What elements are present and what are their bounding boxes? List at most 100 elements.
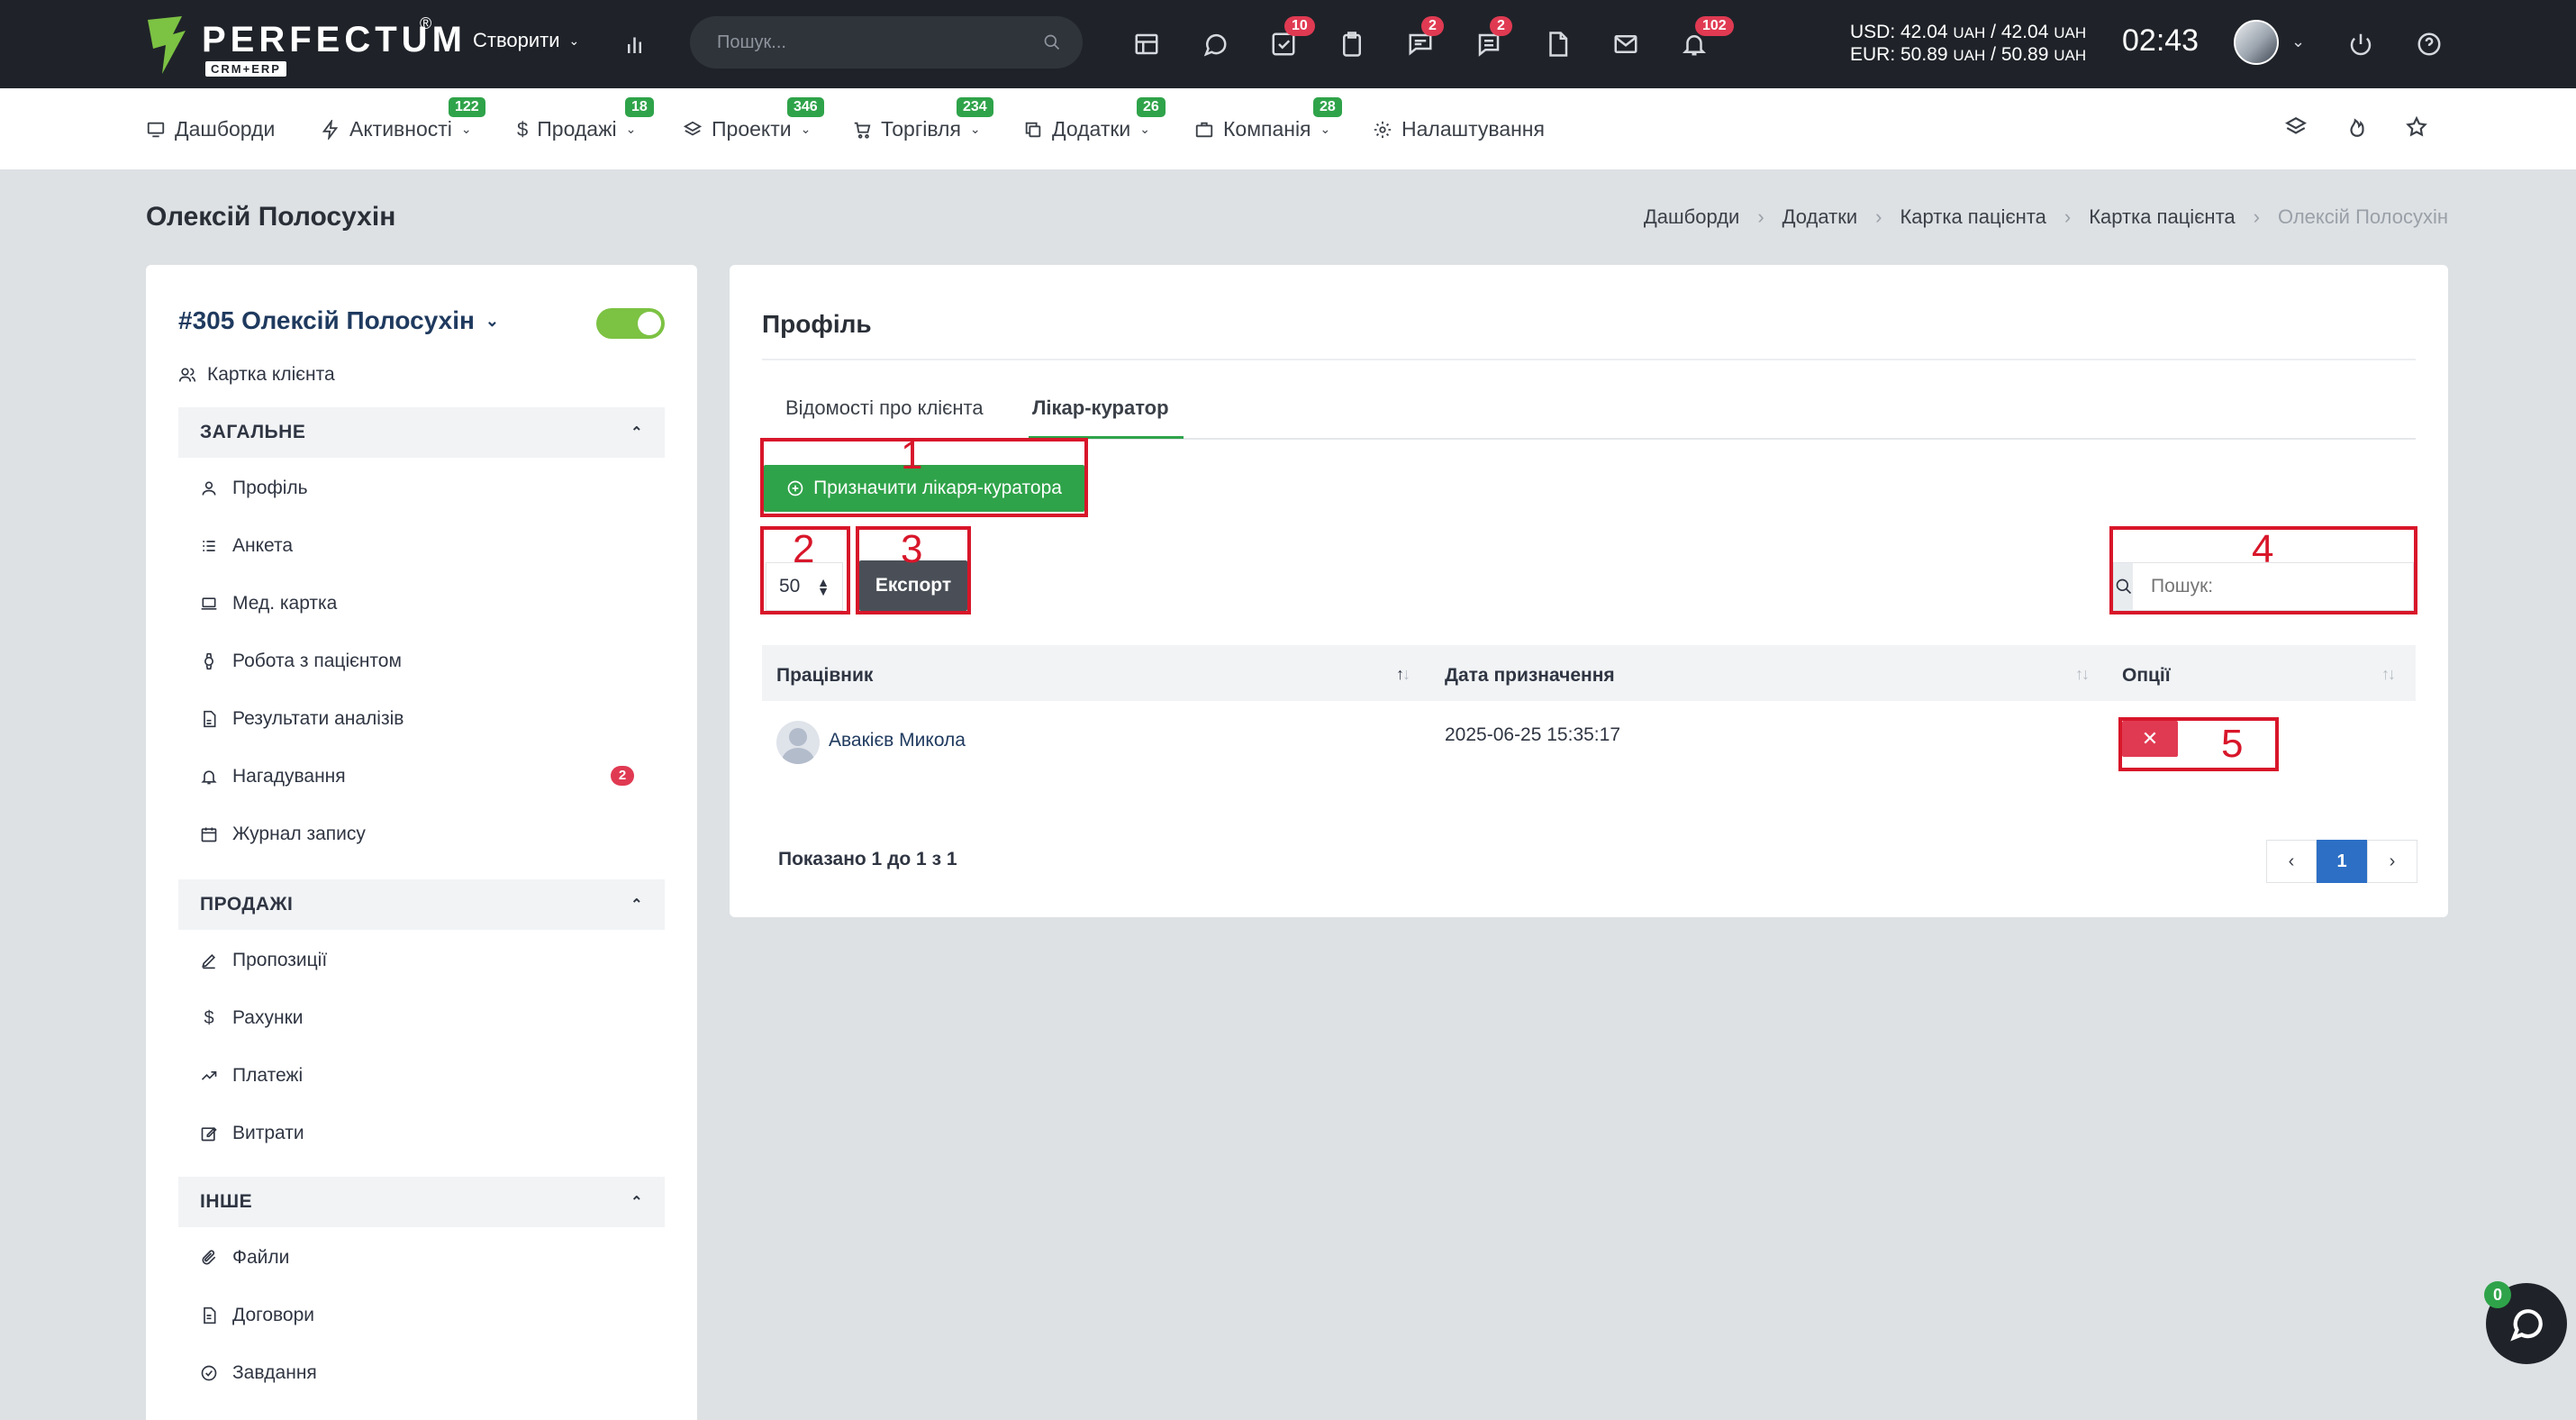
documents-button[interactable] <box>1538 25 1576 63</box>
create-menu[interactable]: Створити ⌄ <box>473 29 579 52</box>
sidebar-item-proposals[interactable]: Пропозиції <box>200 950 327 971</box>
sidebar-item-label: Файли <box>232 1247 290 1268</box>
client-card-link[interactable]: Картка клієнта <box>178 364 335 386</box>
nav-projects[interactable]: Проекти ⌄ 346 <box>683 97 824 141</box>
sidebar-item-invoices[interactable]: $ Рахунки <box>200 1007 303 1029</box>
breadcrumb-item[interactable]: Картка пацієнта <box>2089 205 2235 229</box>
sidebar-item-appointment-log[interactable]: Журнал запису <box>200 824 366 845</box>
sidebar-item-label: Витрати <box>232 1123 304 1143</box>
chevron-right-icon: › <box>2253 205 2260 228</box>
cart-icon <box>854 122 871 139</box>
nav-settings[interactable]: Налаштування <box>1373 117 1545 141</box>
nav-sales[interactable]: $ Продажі ⌄ 18 <box>517 97 654 141</box>
logout-button[interactable] <box>2342 25 2380 63</box>
nav-company[interactable]: Компанія ⌄ 28 <box>1194 97 1342 141</box>
edit-icon <box>201 1126 217 1142</box>
nav-addons[interactable]: Додатки ⌄ 26 <box>1023 97 1166 141</box>
mail-icon <box>1614 35 1637 53</box>
monitor-icon <box>147 122 165 137</box>
calendar-icon <box>201 827 217 842</box>
sidebar-item-expenses[interactable]: Витрати <box>200 1123 304 1144</box>
tab-curator-doctor[interactable]: Лікар-куратор <box>1032 396 1169 420</box>
currency-rates: USD: 42.04 UAH / 42.04 UAH EUR: 50.89 UA… <box>1850 22 2086 67</box>
flame-button[interactable] <box>2345 115 2372 142</box>
column-date[interactable]: Дата призначення <box>1445 665 1615 687</box>
favorites-button[interactable] <box>2405 115 2432 142</box>
chevron-right-icon: › <box>1757 205 1764 228</box>
chevron-down-icon: ⌄ <box>460 122 472 136</box>
sidebar-item-label: Пропозиції <box>232 950 328 970</box>
logo[interactable]: PERFECTUM ® CRM+ERP <box>146 14 462 77</box>
chevron-down-icon: ⌄ <box>485 311 499 330</box>
table-info: Показано 1 до 1 з 1 <box>778 849 957 869</box>
dollar-icon: $ <box>517 117 529 141</box>
breadcrumb-item[interactable]: Додатки <box>1782 205 1857 229</box>
client-active-toggle[interactable] <box>596 308 665 339</box>
pagination-page[interactable]: 1 <box>2317 840 2367 883</box>
sidebar-item-lab-results[interactable]: Результати аналізів <box>200 708 404 730</box>
sidebar-item-profile[interactable]: Профіль <box>200 478 308 499</box>
watch-icon <box>204 652 213 670</box>
notifications-button[interactable]: 102 <box>1675 16 1734 63</box>
chat-bubble-icon <box>2510 1309 2543 1342</box>
clock: 02:43 <box>2122 23 2200 58</box>
client-name-dropdown[interactable]: #305 Олексій Полосухін ⌄ <box>178 306 499 335</box>
sidebar-item-patient-work[interactable]: Робота з пацієнтом <box>200 651 402 672</box>
global-search[interactable]: Пошук... <box>690 16 1083 68</box>
user-avatar[interactable] <box>2234 20 2279 65</box>
star-icon <box>2406 115 2427 137</box>
nav-label: Компанія <box>1223 117 1311 141</box>
sidebar-item-medical-card[interactable]: Мед. картка <box>200 593 337 614</box>
clipboard-button[interactable] <box>1333 25 1371 63</box>
section-sales[interactable]: ПРОДАЖІ ⌃ <box>178 879 665 930</box>
chevron-down-icon: ⌄ <box>969 122 981 136</box>
copy-icon <box>1025 122 1041 137</box>
sidebar-item-contracts[interactable]: Договори <box>200 1305 314 1326</box>
chevron-down-icon[interactable]: ⌄ <box>2291 32 2305 51</box>
column-options[interactable]: Опції <box>2122 665 2171 687</box>
sidebar-item-label: Анкета <box>232 535 294 556</box>
annotation-box <box>760 438 1088 517</box>
messages-button[interactable]: 2 <box>1470 16 1512 63</box>
section-title: ІНШЕ <box>200 1191 253 1212</box>
sidebar-item-tasks[interactable]: Завдання <box>200 1362 317 1384</box>
breadcrumb-current: Олексій Полосухін <box>2277 205 2448 228</box>
tasks-button[interactable]: 10 <box>1265 16 1315 63</box>
nav-badge: 234 <box>957 97 993 117</box>
notifications-badge: 102 <box>1695 16 1734 36</box>
breadcrumb-item[interactable]: Дашборди <box>1644 205 1739 229</box>
sidebar-item-questionnaire[interactable]: Анкета <box>200 535 293 557</box>
sidebar-item-payments[interactable]: Платежі <box>200 1065 303 1087</box>
sort-icon[interactable]: ↑↓ <box>1396 665 1410 684</box>
employee-name[interactable]: Авакієв Микола <box>829 730 966 751</box>
section-other[interactable]: ІНШЕ ⌃ <box>178 1177 665 1227</box>
table-button[interactable] <box>1128 25 1166 63</box>
sidebar-item-label: Платежі <box>232 1065 304 1086</box>
pen-icon <box>202 953 216 969</box>
stats-button[interactable] <box>618 25 656 63</box>
chats-button[interactable]: 2 <box>1401 16 1444 63</box>
layers-button[interactable] <box>2284 115 2311 142</box>
nav-badge: 26 <box>1137 97 1166 117</box>
layers-icon <box>2285 117 2307 134</box>
users-icon <box>178 368 196 382</box>
section-general[interactable]: ЗАГАЛЬНЕ ⌃ <box>178 407 665 458</box>
nav-activities[interactable]: Активності ⌄ 122 <box>321 97 485 141</box>
assignment-date: 2025-06-25 15:35:17 <box>1445 724 1620 745</box>
nav-trade[interactable]: Торгівля ⌄ 234 <box>852 97 993 141</box>
sort-icon[interactable]: ↑↓ <box>2381 665 2396 684</box>
annotation-number: 4 <box>2252 527 2274 571</box>
pagination-next[interactable]: › <box>2367 840 2417 883</box>
tab-client-info[interactable]: Відомості про клієнта <box>785 396 984 420</box>
pagination-prev[interactable]: ‹ <box>2266 840 2317 883</box>
breadcrumb-item[interactable]: Картка пацієнта <box>1900 205 2045 229</box>
sidebar-item-reminders[interactable]: Нагадування <box>200 766 346 787</box>
help-button[interactable] <box>2410 25 2448 63</box>
sidebar-item-files[interactable]: Файли <box>200 1247 289 1269</box>
sort-icon[interactable]: ↑↓ <box>2075 665 2090 684</box>
dollar-icon: $ <box>204 1007 214 1028</box>
column-employee[interactable]: Працівник <box>776 665 873 687</box>
mail-button[interactable] <box>1607 25 1645 63</box>
chat-button[interactable] <box>1196 25 1234 63</box>
nav-dashboards[interactable]: Дашборди <box>146 117 275 141</box>
